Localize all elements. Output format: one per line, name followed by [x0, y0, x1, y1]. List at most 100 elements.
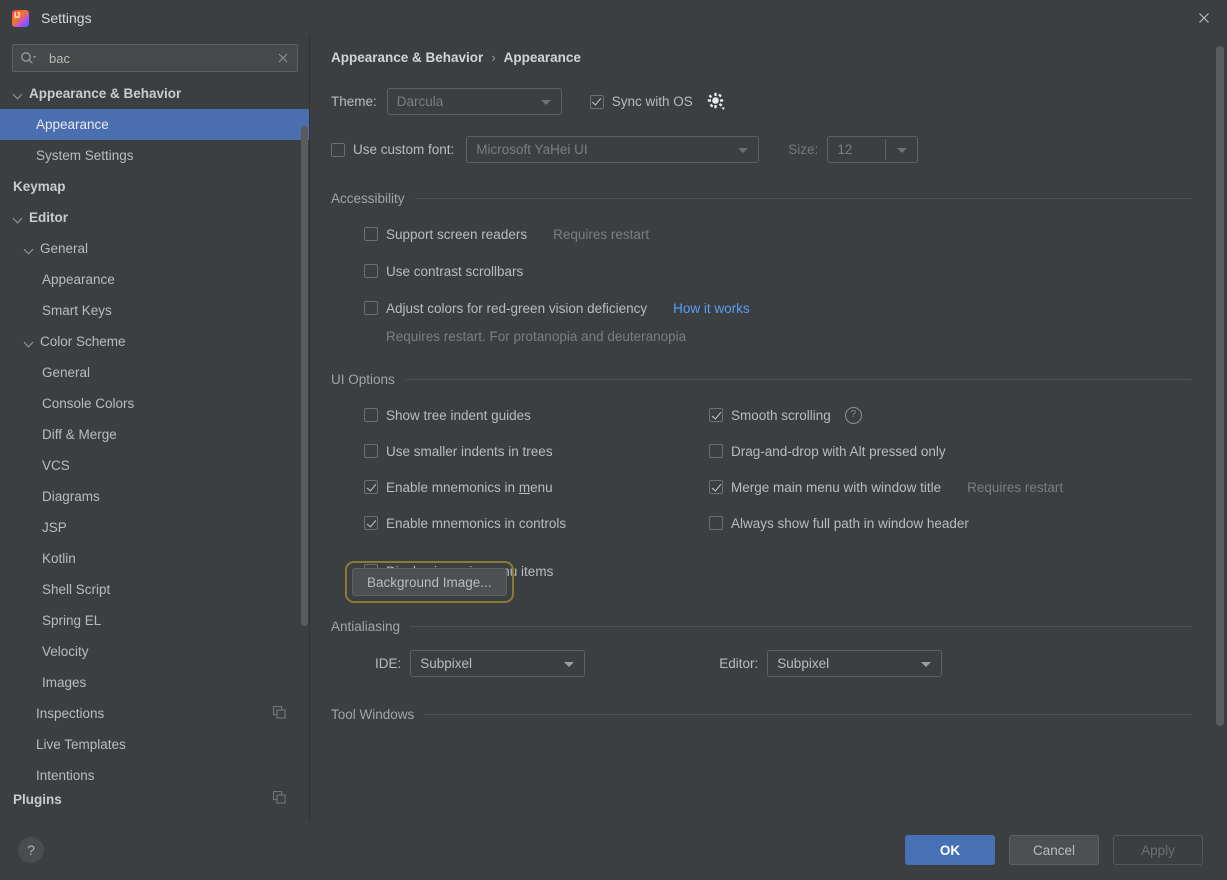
sidebar-item-general[interactable]: General: [0, 357, 310, 388]
antialiasing-section-header: Antialiasing: [331, 619, 1191, 634]
sync-with-os-label: Sync with OS: [611, 94, 693, 109]
smooth-scrolling-label: Smooth scrolling: [731, 407, 831, 423]
cancel-button[interactable]: Cancel: [1009, 835, 1099, 865]
drag-and-drop-with-alt-pressed-only-row[interactable]: Drag-and-drop with Alt pressed only: [709, 439, 1063, 463]
breadcrumb-parent[interactable]: Appearance & Behavior: [331, 50, 483, 65]
ui-options-title: UI Options: [331, 372, 395, 387]
how-it-works-link[interactable]: How it works: [673, 301, 750, 316]
merge-main-menu-with-window-title-note: Requires restart: [967, 479, 1064, 495]
merge-main-menu-with-window-title-checkbox[interactable]: [709, 480, 723, 494]
sidebar-item-shell-script[interactable]: Shell Script: [0, 574, 310, 605]
sidebar-item-velocity[interactable]: Velocity: [0, 636, 310, 667]
support-screen-readers-checkbox[interactable]: [364, 227, 378, 241]
sidebar-item-live-templates[interactable]: Live Templates: [0, 729, 310, 760]
sidebar-item-label: Plugins: [13, 791, 62, 807]
chevron-down-icon[interactable]: [13, 212, 25, 224]
sidebar-item-label: Editor: [29, 210, 68, 225]
section-divider: [410, 626, 1191, 627]
apply-button[interactable]: Apply: [1113, 835, 1203, 865]
sidebar-item-appearance[interactable]: Appearance: [0, 109, 310, 140]
chevron-down-icon[interactable]: [13, 88, 25, 100]
sidebar-item-jsp[interactable]: JSP: [0, 512, 310, 543]
enable-mnemonics-in-controls-checkbox[interactable]: [364, 516, 378, 530]
sidebar-item-diagrams[interactable]: Diagrams: [0, 481, 310, 512]
background-image-highlight: Background Image...: [345, 561, 514, 603]
sidebar-item-editor[interactable]: Editor: [0, 202, 310, 233]
theme-combobox[interactable]: Darcula: [386, 88, 562, 115]
content-scrollbar[interactable]: [1216, 46, 1224, 726]
show-tree-indent-guides-checkbox[interactable]: [364, 408, 378, 422]
search-icon: [20, 51, 37, 65]
smooth-scrolling-row[interactable]: Smooth scrolling?: [709, 403, 1063, 427]
sidebar-item-console-colors[interactable]: Console Colors: [0, 388, 310, 419]
sidebar-item-diff-merge[interactable]: Diff & Merge: [0, 419, 310, 450]
use-custom-font-checkbox[interactable]: [331, 142, 345, 157]
sidebar-item-label: Color Scheme: [40, 334, 126, 349]
sidebar-item-plugins[interactable]: Plugins: [0, 791, 310, 807]
background-image-button[interactable]: Background Image...: [352, 568, 507, 596]
font-size-label: Size:: [788, 142, 819, 157]
enable-mnemonics-in-menu-checkbox[interactable]: [364, 480, 378, 494]
sidebar-item-general[interactable]: General: [0, 233, 310, 264]
sync-with-os-checkbox[interactable]: [589, 94, 604, 109]
sidebar-item-smart-keys[interactable]: Smart Keys: [0, 295, 310, 326]
support-screen-readers-row[interactable]: Support screen readers Requires restart: [364, 222, 1227, 246]
sidebar-item-appearance[interactable]: Appearance: [0, 264, 310, 295]
sidebar-item-spring-el[interactable]: Spring EL: [0, 605, 310, 636]
chevron-down-icon[interactable]: [24, 243, 36, 255]
sidebar-item-appearance-behavior[interactable]: Appearance & Behavior: [0, 78, 310, 109]
help-icon[interactable]: ?: [844, 406, 862, 424]
sidebar-scrollbar[interactable]: [301, 126, 308, 626]
theme-settings-gear-button[interactable]: [707, 92, 726, 111]
sidebar-item-label: Diff & Merge: [42, 427, 117, 442]
sidebar-item-system-settings[interactable]: System Settings: [0, 140, 310, 171]
adjust-colors-checkbox[interactable]: [364, 301, 378, 315]
clear-search-icon[interactable]: [277, 52, 289, 64]
use-smaller-indents-in-trees-checkbox[interactable]: [364, 444, 378, 458]
editor-antialiasing-combobox[interactable]: Subpixel: [767, 650, 943, 677]
intellij-idea-logo-icon: [12, 9, 29, 27]
sidebar-item-intentions[interactable]: Intentions: [0, 760, 310, 791]
search-match-highlight-ring: Background Image...: [345, 561, 514, 603]
chevron-down-icon[interactable]: [24, 336, 36, 348]
use-custom-font-checkbox-row[interactable]: Use custom font:: [331, 142, 454, 157]
smooth-scrolling-checkbox[interactable]: [709, 408, 723, 422]
close-button[interactable]: [1181, 0, 1227, 36]
sidebar-item-vcs[interactable]: VCS: [0, 450, 310, 481]
sidebar-item-kotlin[interactable]: Kotlin: [0, 543, 310, 574]
ok-button[interactable]: OK: [905, 835, 995, 865]
show-tree-indent-guides-row[interactable]: Show tree indent guides: [364, 403, 566, 427]
accessibility-section-header: Accessibility: [331, 191, 1191, 206]
enable-mnemonics-in-controls-row[interactable]: Enable mnemonics in controls: [364, 511, 566, 535]
use-contrast-scrollbars-checkbox[interactable]: [364, 264, 378, 278]
sidebar-item-label: Appearance: [36, 117, 109, 132]
help-button[interactable]: ?: [18, 837, 44, 863]
drag-and-drop-with-alt-pressed-only-checkbox[interactable]: [709, 444, 723, 458]
sidebar-item-label: Appearance & Behavior: [29, 86, 182, 101]
always-show-full-path-in-window-header-checkbox[interactable]: [709, 516, 723, 530]
custom-font-combobox[interactable]: Microsoft YaHei UI: [466, 136, 760, 163]
sidebar-item-color-scheme[interactable]: Color Scheme: [0, 326, 310, 357]
tool-windows-title: Tool Windows: [331, 707, 415, 722]
font-size-spinner[interactable]: 12: [827, 136, 919, 163]
always-show-full-path-in-window-header-row[interactable]: Always show full path in window header: [709, 511, 1063, 535]
search-input[interactable]: [49, 50, 277, 66]
merge-main-menu-with-window-title-row[interactable]: Merge main menu with window title Require…: [709, 475, 1063, 499]
chevron-down-icon: [921, 661, 932, 667]
sync-with-os-checkbox-row[interactable]: Sync with OS: [589, 94, 693, 109]
adjust-colors-row[interactable]: Adjust colors for red-green vision defic…: [364, 296, 1227, 320]
accessibility-options: Support screen readers Requires restart …: [364, 222, 1227, 344]
enable-mnemonics-in-menu-row[interactable]: Enable mnemonics in menu: [364, 475, 566, 499]
use-smaller-indents-in-trees-row[interactable]: Use smaller indents in trees: [364, 439, 566, 463]
search-box[interactable]: [12, 44, 298, 72]
sidebar-item-images[interactable]: Images: [0, 667, 310, 698]
sidebar-item-label: Shell Script: [42, 582, 111, 597]
sidebar-item-label: Console Colors: [42, 396, 135, 411]
ide-antialiasing-combobox[interactable]: Subpixel: [410, 650, 586, 677]
accessibility-subnote: Requires restart. For protanopia and deu…: [386, 329, 687, 344]
sidebar-item-inspections[interactable]: Inspections: [0, 698, 310, 729]
use-smaller-indents-in-trees-label: Use smaller indents in trees: [386, 443, 553, 459]
font-size-value: 12: [837, 142, 853, 157]
sidebar-item-keymap[interactable]: Keymap: [0, 171, 310, 202]
use-contrast-scrollbars-row[interactable]: Use contrast scrollbars: [364, 259, 1227, 283]
